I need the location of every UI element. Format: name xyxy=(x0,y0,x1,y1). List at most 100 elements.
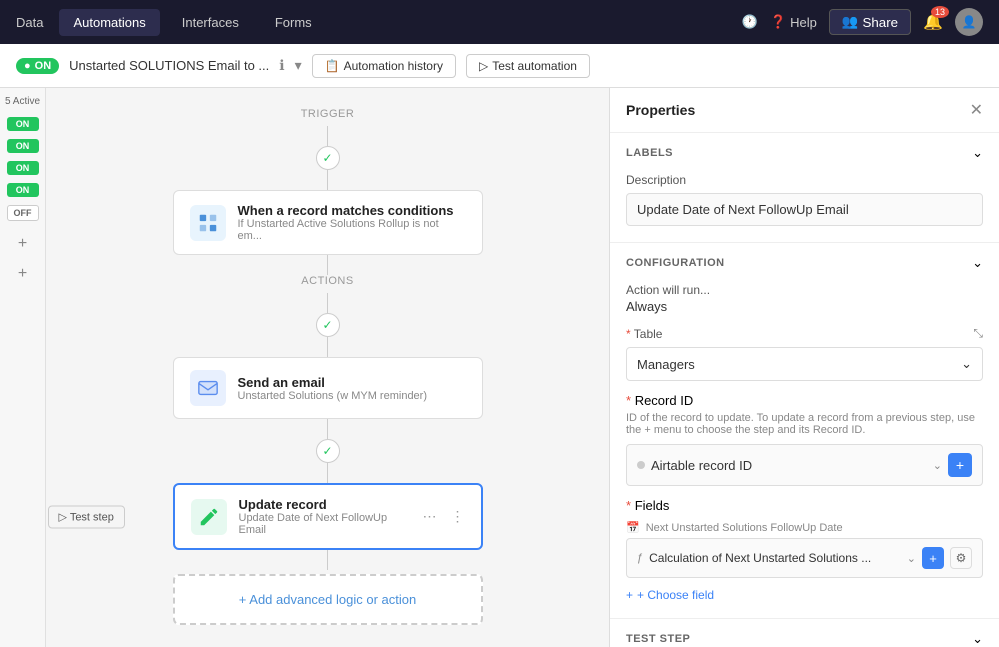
fields-label: Fields xyxy=(635,498,670,513)
sidebar-add-button-2[interactable]: + xyxy=(18,265,27,283)
sidebar-add-button-1[interactable]: + xyxy=(18,235,27,253)
automation-history-button[interactable]: 📋 Automation history xyxy=(312,54,456,78)
email-icon xyxy=(190,370,226,406)
connector-2 xyxy=(327,170,328,190)
trigger-subtitle: If Unstarted Active Solutions Rollup is … xyxy=(238,218,466,242)
field-name: Next Unstarted Solutions FollowUp Date xyxy=(646,522,843,534)
labels-section: LABELS ⌄ Description xyxy=(610,133,999,243)
field-settings-button[interactable]: ⚙ xyxy=(950,547,972,569)
sidebar-badge-1[interactable]: ON xyxy=(7,117,39,131)
configuration-section-header[interactable]: CONFIGURATION ⌄ xyxy=(610,243,999,283)
history-icon: 📋 xyxy=(325,59,340,73)
main-layout: 5 Active ON ON ON ON OFF + + TRIGGER ✓ xyxy=(0,88,999,647)
field-plus-button[interactable]: + xyxy=(922,547,944,569)
table-label: Table xyxy=(634,327,663,341)
info-button[interactable]: ℹ xyxy=(279,57,284,74)
record-id-required-star: * xyxy=(626,393,631,408)
avatar[interactable]: 👤 xyxy=(955,8,983,36)
fields-required-star: * xyxy=(626,498,631,513)
automation-toggle[interactable]: ● ON xyxy=(16,58,59,74)
trigger-icon xyxy=(190,205,226,241)
test-step-button[interactable]: ▷ Test step xyxy=(48,505,125,528)
test-automation-button[interactable]: ▷ Test automation xyxy=(466,54,590,78)
active-count: 5 Active xyxy=(5,96,40,107)
table-required-star: * xyxy=(626,327,631,341)
email-action-title: Send an email xyxy=(238,375,466,390)
choose-field-button[interactable]: + + Choose field xyxy=(626,588,983,602)
email-action-subtitle: Unstarted Solutions (w MYM reminder) xyxy=(238,390,466,402)
close-panel-button[interactable]: ✕ xyxy=(970,100,983,120)
formula-icon: ƒ xyxy=(637,552,643,564)
expand-icon[interactable]: ⤡ xyxy=(973,326,983,341)
configuration-collapse-icon: ⌄ xyxy=(972,255,983,271)
trigger-label: TRIGGER xyxy=(301,108,355,120)
panel-title: Properties xyxy=(626,102,695,118)
labels-section-header[interactable]: LABELS ⌄ xyxy=(610,133,999,173)
chevron-down-icon[interactable]: ▾ xyxy=(295,57,302,74)
labels-section-title: LABELS xyxy=(626,147,673,159)
action-2-check: ✓ xyxy=(316,439,340,463)
trigger-title: When a record matches conditions xyxy=(238,203,466,218)
record-id-plus-button[interactable]: + xyxy=(948,453,972,477)
trigger-card[interactable]: When a record matches conditions If Unst… xyxy=(173,190,483,255)
field-chevron-icon: ⌄ xyxy=(907,552,916,565)
update-record-wrapper: ▷ Test step Update record Update Date of… xyxy=(128,483,528,550)
send-email-card[interactable]: Send an email Unstarted Solutions (w MYM… xyxy=(173,357,483,419)
nav-tab-forms[interactable]: Forms xyxy=(261,9,326,36)
test-step-label: TEST STEP xyxy=(626,633,690,645)
top-navigation: Data Automations Interfaces Forms 🕐 ❓ He… xyxy=(0,0,999,44)
connector-5 xyxy=(327,337,328,357)
share-button[interactable]: 👥 Share xyxy=(829,9,911,35)
record-id-label: Record ID xyxy=(635,393,694,408)
connector-3 xyxy=(327,255,328,275)
panel-header: Properties ✕ xyxy=(610,88,999,133)
update-record-icon xyxy=(191,499,227,535)
plus-icon: + xyxy=(626,588,633,602)
test-step-collapse-icon: ⌄ xyxy=(972,631,983,647)
nav-tab-automations[interactable]: Automations xyxy=(59,9,159,36)
table-chevron-icon: ⌄ xyxy=(961,356,972,372)
record-id-chevron-icon: ⌄ xyxy=(933,459,942,472)
clock-icon: 🕐 xyxy=(742,14,758,30)
sub-header: ● ON Unstarted SOLUTIONS Email to ... ℹ … xyxy=(0,44,999,88)
labels-collapse-icon: ⌄ xyxy=(972,145,983,161)
description-input[interactable] xyxy=(626,193,983,226)
properties-panel: Properties ✕ LABELS ⌄ Description CONFIG… xyxy=(609,88,999,647)
description-label: Description xyxy=(626,173,983,187)
test-step-section: TEST STEP ⌄ xyxy=(610,619,999,647)
test-step-section-header[interactable]: TEST STEP ⌄ xyxy=(610,619,999,647)
connector-8 xyxy=(327,550,328,570)
test-icon: ▷ xyxy=(479,59,488,73)
history-icon-btn[interactable]: 🕐 xyxy=(742,14,758,30)
table-value: Managers xyxy=(637,357,695,372)
notification-badge[interactable]: 🔔 13 xyxy=(923,12,943,32)
add-action-card[interactable]: + Add advanced logic or action xyxy=(173,574,483,625)
sidebar-badge-2[interactable]: ON xyxy=(7,139,39,153)
nav-data-tab[interactable]: Data xyxy=(16,15,43,30)
configuration-section-title: CONFIGURATION xyxy=(626,257,725,269)
more-options-icon[interactable]: ⋯ xyxy=(423,508,437,525)
update-record-title: Update record xyxy=(239,497,411,512)
field-value-row[interactable]: ƒ Calculation of Next Unstarted Solution… xyxy=(626,538,983,578)
drag-handle-icon[interactable]: ⋮ xyxy=(451,508,465,525)
configuration-section: CONFIGURATION ⌄ Action will run... Alway… xyxy=(610,243,999,619)
connector-4 xyxy=(327,293,328,313)
update-record-card[interactable]: Update record Update Date of Next Follow… xyxy=(173,483,483,550)
action-will-run-label: Action will run... xyxy=(626,283,983,297)
play-icon: ▷ Test step xyxy=(59,510,114,523)
sidebar-badge-3[interactable]: ON xyxy=(7,161,39,175)
nav-tab-interfaces[interactable]: Interfaces xyxy=(168,9,253,36)
help-icon: ❓ xyxy=(770,14,786,30)
calendar-icon: 📅 xyxy=(626,521,640,534)
connector-7 xyxy=(327,463,328,483)
notification-count: 13 xyxy=(931,6,949,18)
canvas: TRIGGER ✓ When a record matches conditio… xyxy=(46,88,609,647)
record-id-row[interactable]: Airtable record ID ⌄ + xyxy=(626,444,983,486)
connector-1 xyxy=(327,126,328,146)
sidebar-badge-4[interactable]: ON xyxy=(7,183,39,197)
table-dropdown[interactable]: Managers ⌄ xyxy=(626,347,983,381)
help-button[interactable]: ❓ Help xyxy=(770,14,817,30)
field-icon: 📅 Next Unstarted Solutions FollowUp Date xyxy=(626,521,983,534)
sidebar-badge-5[interactable]: OFF xyxy=(7,205,39,221)
record-id-hint: ID of the record to update. To update a … xyxy=(626,412,983,436)
